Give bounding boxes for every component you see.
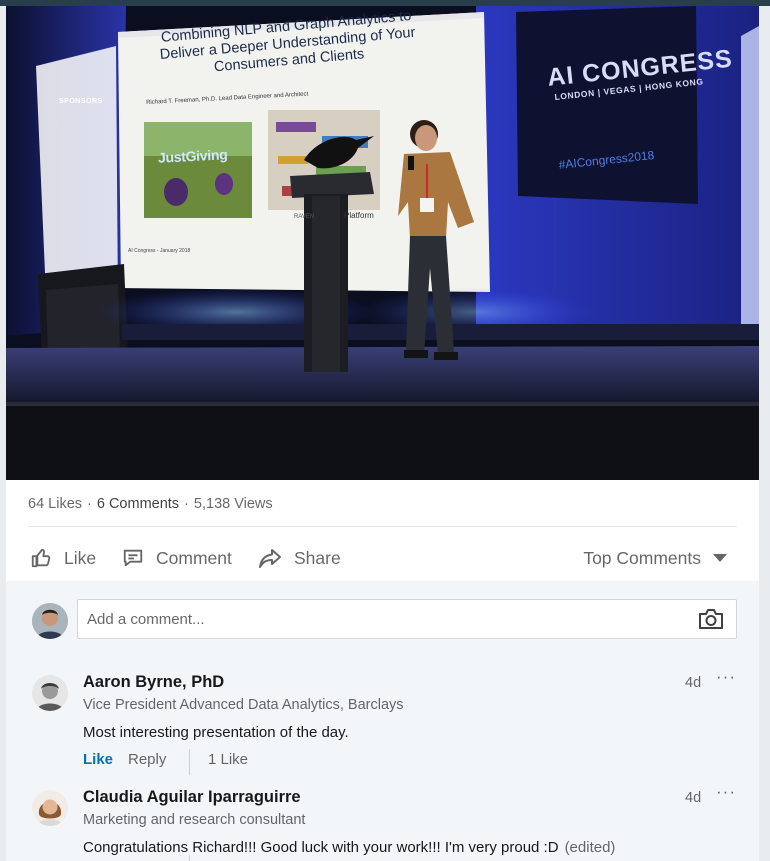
more-options-icon[interactable]: ··· [716,782,736,802]
likes-count[interactable]: 64 Likes [28,496,82,512]
divider [28,526,737,527]
like-label: Like [64,547,97,568]
platform-caption: Platform [344,211,374,220]
post-photo[interactable]: Combining NLP and Graph Analytics to Del… [6,6,759,480]
sort-comments-dropdown[interactable]: Top Comments [583,536,727,580]
comment-timestamp: 4d [685,675,702,691]
comment-like-button[interactable]: Like [83,751,113,768]
sponsors-label: SPONSORS [59,98,103,105]
action-divider [189,855,190,861]
commenter-name[interactable]: Aaron Byrne, PhD [83,673,224,692]
comment-text-row: Congratulations Richard!!! Good luck wit… [83,839,615,856]
social-action-bar: Like Comment Share Top Comments [28,536,737,580]
commenter-headline: Vice President Advanced Data Analytics, … [83,697,404,713]
avatar-image [32,790,68,826]
action-divider [189,749,190,775]
share-arrow-icon [259,549,281,568]
commenter-avatar[interactable] [32,675,68,711]
count-separator: · [87,496,92,512]
like-button[interactable]: Like [30,536,96,580]
raven-caption: RAVEN [294,214,315,220]
views-count[interactable]: 5,138 Views [194,496,273,512]
more-options-icon[interactable]: ··· [716,667,736,687]
comment-like-count[interactable]: 1 Like [208,751,248,768]
comment-reply-button[interactable]: Reply [128,751,166,768]
share-button[interactable]: Share [258,536,341,580]
commenter-name[interactable]: Claudia Aguilar Iparraguirre [83,788,301,807]
commenter-headline: Marketing and research consultant [83,812,306,828]
avatar-image [32,675,68,711]
comments-count[interactable]: 6 Comments [97,496,179,512]
commenter-avatar[interactable] [32,790,68,826]
sort-label: Top Comments [583,547,701,568]
post-card: Combining NLP and Graph Analytics to Del… [6,6,759,861]
comments-section: Aaron Byrne, PhD Vice President Advanced… [6,581,759,861]
comment-text: Most interesting presentation of the day… [83,724,349,741]
comment-button[interactable]: Comment [122,536,232,580]
share-label: Share [294,547,341,568]
social-counts: 64 Likes · 6 Comments · 5,138 Views [28,496,273,512]
thumbs-up-icon [31,548,51,568]
comment-timestamp: 4d [685,790,702,806]
slide-footer: AI Congress - January 2018 [128,248,191,254]
comment-composer [77,599,737,639]
comment-input[interactable] [87,600,677,638]
camera-icon[interactable] [697,607,725,631]
comment-label: Comment [156,547,232,568]
comment-icon [123,549,143,567]
edited-label: (edited) [564,839,616,856]
avatar-image [32,603,68,639]
comment-text: Congratulations Richard!!! Good luck wit… [83,839,559,856]
caret-down-icon [713,554,727,562]
count-separator: · [184,496,189,512]
my-avatar[interactable] [32,603,68,639]
